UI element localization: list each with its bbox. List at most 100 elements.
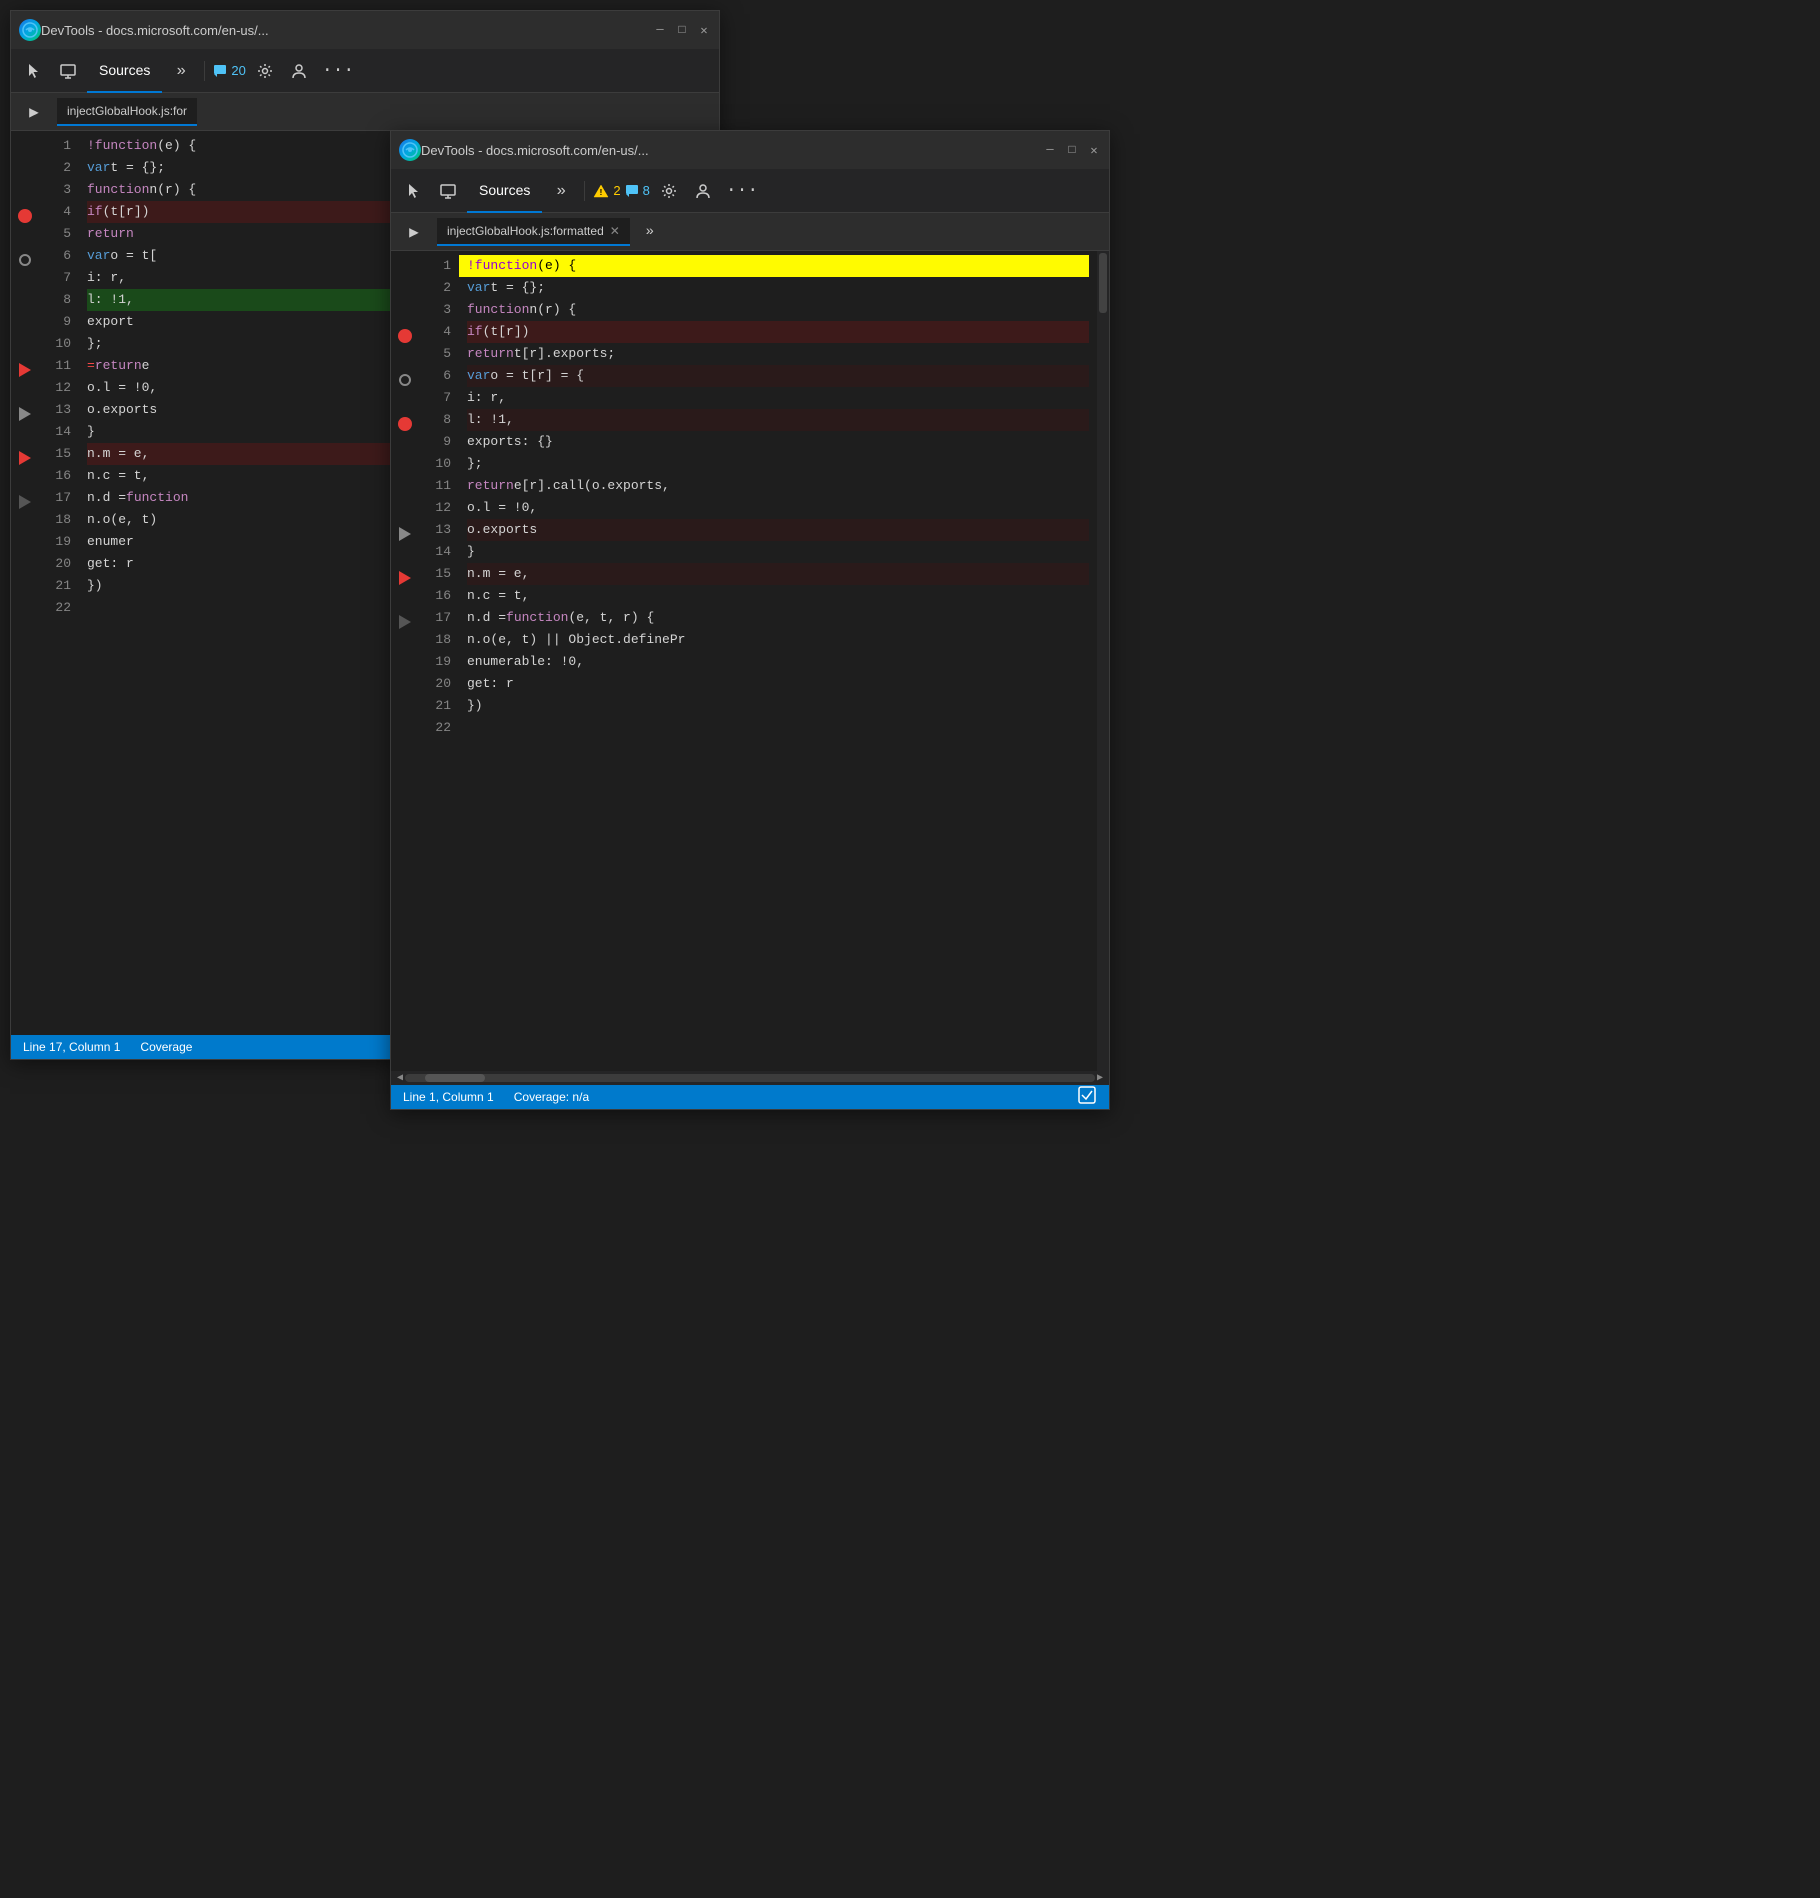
tab-sources-front[interactable]: Sources bbox=[467, 169, 542, 213]
status-coverage-front: Coverage: n/a bbox=[514, 1090, 589, 1104]
scroll-right-arrow[interactable]: ▶ bbox=[1095, 1072, 1105, 1084]
bp-arrow-13-back bbox=[19, 407, 31, 421]
bp-line14-back[interactable] bbox=[11, 425, 39, 447]
sidebar-toggle-back[interactable]: ▶ bbox=[19, 98, 49, 126]
file-tab-back[interactable]: injectGlobalHook.js:for bbox=[57, 98, 197, 126]
minimize-button-front[interactable]: ─ bbox=[1043, 143, 1057, 157]
code-editor-front: 12345 678910 1112131415 1617181920 2122 … bbox=[391, 251, 1097, 1071]
close-button-back[interactable]: ✕ bbox=[697, 23, 711, 37]
warning-badge-front: ! 2 bbox=[593, 183, 620, 198]
file-tab-front[interactable]: injectGlobalHook.js:formatted ✕ bbox=[437, 218, 630, 246]
bp-f11[interactable] bbox=[391, 479, 419, 501]
screen-tool-btn-front[interactable] bbox=[433, 176, 463, 206]
bp-f7[interactable] bbox=[391, 391, 419, 413]
bp-f5[interactable] bbox=[391, 347, 419, 369]
bp-line9-back[interactable] bbox=[11, 315, 39, 337]
bp-line17-back[interactable] bbox=[11, 491, 39, 513]
status-coverage-back: Coverage bbox=[140, 1040, 192, 1054]
message-badge-front: 8 bbox=[625, 183, 650, 198]
bp-arrow-15-back bbox=[19, 451, 31, 465]
bp-f1[interactable] bbox=[391, 259, 419, 281]
bp-line12-back[interactable] bbox=[11, 381, 39, 403]
bp-arrow-11-back bbox=[19, 363, 31, 377]
code-area-front: 12345 678910 1112131415 1617181920 2122 … bbox=[391, 251, 1109, 1071]
bp-line13-back[interactable] bbox=[11, 403, 39, 425]
bp-line7-back[interactable] bbox=[11, 271, 39, 293]
badge-count-back: 20 bbox=[231, 63, 245, 78]
file-tab-bar-front: ▶ injectGlobalHook.js:formatted ✕ » bbox=[391, 213, 1109, 251]
code-line-front-14: } bbox=[467, 541, 1089, 563]
bp-line11-back[interactable] bbox=[11, 359, 39, 381]
bp-f2[interactable] bbox=[391, 281, 419, 303]
gear-btn-back[interactable] bbox=[250, 56, 280, 86]
bp-line3-back[interactable] bbox=[11, 183, 39, 205]
file-tab-more-front[interactable]: » bbox=[638, 220, 662, 244]
more-btn-front[interactable]: ··· bbox=[726, 181, 758, 201]
gear-btn-front[interactable] bbox=[654, 176, 684, 206]
bp-f9[interactable] bbox=[391, 435, 419, 457]
maximize-button-front[interactable]: □ bbox=[1065, 143, 1079, 157]
scrollbar-vertical-front[interactable] bbox=[1097, 251, 1109, 1071]
title-bar-back: DevTools - docs.microsoft.com/en-us/... … bbox=[11, 11, 719, 49]
bp-line2-back[interactable] bbox=[11, 161, 39, 183]
bp-line1-back[interactable] bbox=[11, 139, 39, 161]
breakpoint-dot-4-back bbox=[18, 209, 32, 223]
minimize-button-back[interactable]: ─ bbox=[653, 23, 667, 37]
bp-f17[interactable] bbox=[391, 611, 419, 633]
bp-f16[interactable] bbox=[391, 589, 419, 611]
status-position-front: Line 1, Column 1 bbox=[403, 1090, 494, 1104]
bp-f3[interactable] bbox=[391, 303, 419, 325]
cursor-tool-btn-front[interactable] bbox=[399, 176, 429, 206]
bp-dot-front-6 bbox=[399, 374, 411, 386]
person-btn-front[interactable] bbox=[688, 176, 718, 206]
tab-sources-back[interactable]: Sources bbox=[87, 49, 162, 93]
bp-line8-back[interactable] bbox=[11, 293, 39, 315]
bp-line4-back[interactable] bbox=[11, 205, 39, 227]
bp-f8[interactable] bbox=[391, 413, 419, 435]
code-line-front-3: function n(r) { bbox=[467, 299, 1089, 321]
close-button-front[interactable]: ✕ bbox=[1087, 143, 1101, 157]
bp-arrow-front-17 bbox=[399, 615, 411, 629]
code-line-front-5: return t[r].exports; bbox=[467, 343, 1089, 365]
chevron-right-back[interactable]: » bbox=[166, 56, 196, 86]
bp-f13[interactable] bbox=[391, 523, 419, 545]
bp-line10-back[interactable] bbox=[11, 337, 39, 359]
sidebar-toggle-front[interactable]: ▶ bbox=[399, 218, 429, 246]
person-btn-back[interactable] bbox=[284, 56, 314, 86]
bp-line6-back[interactable] bbox=[11, 249, 39, 271]
scrollbar-h-track bbox=[405, 1074, 1095, 1082]
scrollbar-thumb-front[interactable] bbox=[1099, 253, 1107, 313]
file-tab-close-front[interactable]: ✕ bbox=[610, 224, 620, 238]
toolbar-front: Sources » ! 2 8 bbox=[391, 169, 1109, 213]
code-line-front-8: l: !1, bbox=[467, 409, 1089, 431]
bp-f4[interactable] bbox=[391, 325, 419, 347]
bp-f12[interactable] bbox=[391, 501, 419, 523]
svg-text:!: ! bbox=[600, 188, 603, 197]
bp-line5-back[interactable] bbox=[11, 227, 39, 249]
edge-icon-front bbox=[399, 139, 421, 161]
title-bar-controls-front: ─ □ ✕ bbox=[1043, 143, 1101, 157]
status-right-front bbox=[1077, 1085, 1097, 1110]
code-line-front-16: n.c = t, bbox=[467, 585, 1089, 607]
scrollbar-horizontal-front[interactable]: ◀ ▶ bbox=[391, 1071, 1109, 1085]
badge-warning-count-front: 2 bbox=[613, 183, 620, 198]
scroll-left-arrow[interactable]: ◀ bbox=[395, 1072, 405, 1084]
edge-icon-back bbox=[19, 19, 41, 41]
chevron-right-front[interactable]: » bbox=[546, 176, 576, 206]
code-line-front-19: enumerable: !0, bbox=[467, 651, 1089, 673]
bp-line16-back[interactable] bbox=[11, 469, 39, 491]
bp-f10[interactable] bbox=[391, 457, 419, 479]
bp-f15[interactable] bbox=[391, 567, 419, 589]
bp-line15-back[interactable] bbox=[11, 447, 39, 469]
scrollbar-h-thumb[interactable] bbox=[425, 1074, 485, 1082]
separator-1-back bbox=[204, 61, 205, 81]
cursor-tool-btn-back[interactable] bbox=[19, 56, 49, 86]
bp-f14[interactable] bbox=[391, 545, 419, 567]
code-line-front-10: }; bbox=[467, 453, 1089, 475]
more-btn-back[interactable]: ··· bbox=[322, 61, 354, 81]
bp-f6[interactable] bbox=[391, 369, 419, 391]
maximize-button-back[interactable]: □ bbox=[675, 23, 689, 37]
status-bar-front: Line 1, Column 1 Coverage: n/a bbox=[391, 1085, 1109, 1109]
code-line-front-2: var t = {}; bbox=[467, 277, 1089, 299]
screen-tool-btn-back[interactable] bbox=[53, 56, 83, 86]
